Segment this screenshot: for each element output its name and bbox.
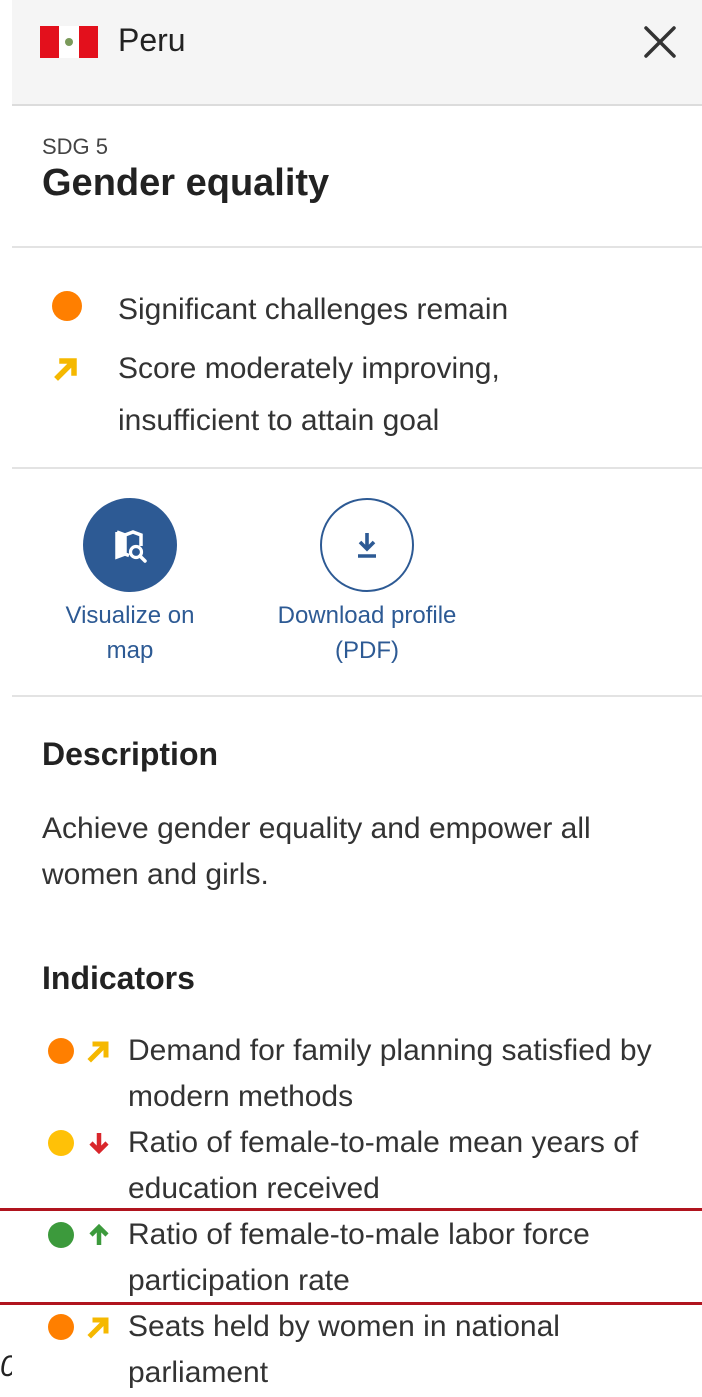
- download-icon: [358, 533, 376, 558]
- arrow-up-icon: [89, 1223, 109, 1245]
- divider: [12, 467, 702, 469]
- assessment-text: Significant challenges remain: [118, 293, 509, 326]
- close-icon: [644, 26, 676, 58]
- download-circle: [320, 498, 414, 592]
- indicator-label: Seats held by women in national parliame…: [128, 1310, 560, 1389]
- close-button[interactable]: [638, 20, 682, 64]
- trend-text: Score moderately improving, insufficient…: [118, 352, 500, 437]
- peru-flag-icon: [40, 26, 98, 58]
- orange-status-dot-icon: [48, 1314, 74, 1340]
- trend-row: Score moderately improving, insufficient…: [52, 343, 692, 447]
- arrow-up-right-icon: [87, 1041, 109, 1063]
- country-name: Peru: [118, 22, 186, 58]
- indicator-label: Demand for family planning satisfied by …: [128, 1034, 652, 1113]
- indicator-item[interactable]: Ratio of female-to-male labor force part…: [48, 1212, 698, 1304]
- indicator-item[interactable]: Ratio of female-to-male mean years of ed…: [48, 1120, 698, 1212]
- indicator-item[interactable]: Seats held by women in national parliame…: [48, 1304, 698, 1396]
- indicator-label: Ratio of female-to-male mean years of ed…: [128, 1126, 639, 1205]
- description-heading: Description: [42, 736, 219, 772]
- arrow-up-right-icon: [87, 1317, 109, 1339]
- visualize-on-map-button[interactable]: Visualize on map: [40, 498, 220, 668]
- green-status-dot-icon: [48, 1222, 74, 1248]
- divider: [12, 246, 702, 248]
- assessment-row: Significant challenges remain: [52, 284, 692, 336]
- panel-header: Peru: [12, 0, 702, 106]
- visualize-label: Visualize on map: [65, 602, 195, 664]
- sdg-title: Gender equality: [42, 162, 330, 204]
- description-text: Achieve gender equality and empower all …: [42, 812, 591, 891]
- arrow-down-icon: [89, 1133, 109, 1155]
- arrow-up-right-icon: [54, 358, 77, 381]
- orange-status-dot-icon: [52, 291, 82, 321]
- indicators-heading: Indicators: [42, 960, 195, 996]
- download-label: Download profile (PDF): [277, 602, 457, 664]
- download-profile-button[interactable]: Download profile (PDF): [277, 498, 457, 668]
- visualize-circle: [83, 498, 177, 592]
- highlight-line-bottom: [0, 1302, 702, 1305]
- country-goal-panel: Peru SDG 5 Gender equality Significant c…: [12, 0, 702, 1397]
- divider: [12, 695, 702, 697]
- sdg-number: SDG 5: [42, 134, 109, 159]
- left-background-strip: [0, 0, 12, 1397]
- orange-status-dot-icon: [48, 1038, 74, 1064]
- indicator-item[interactable]: Demand for family planning satisfied by …: [48, 1028, 698, 1120]
- indicator-label: Ratio of female-to-male labor force part…: [128, 1218, 590, 1297]
- map-search-icon: [115, 530, 147, 563]
- yellow-status-dot-icon: [48, 1130, 74, 1156]
- highlight-line-top: [0, 1208, 702, 1211]
